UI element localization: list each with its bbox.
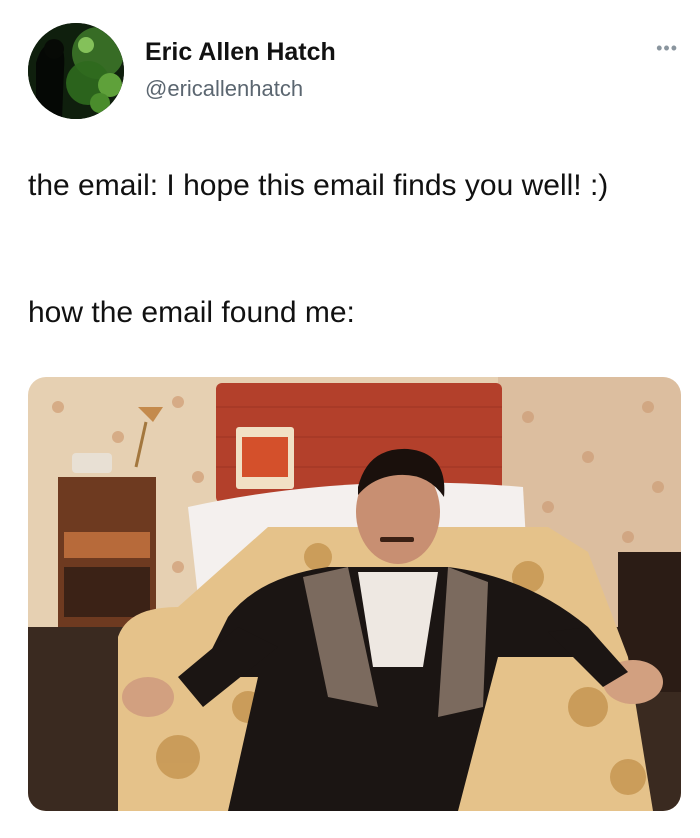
photo-image-icon <box>28 377 681 811</box>
more-icon[interactable]: ••• <box>656 38 678 59</box>
author-handle[interactable]: @ericallenhatch <box>145 76 303 102</box>
tweet-photo[interactable] <box>28 377 681 811</box>
avatar[interactable] <box>28 23 124 119</box>
avatar-image-icon <box>28 23 124 119</box>
tweet-text-line1: the email: I hope this email finds you w… <box>28 169 609 202</box>
tweet-text-line2: how the email found me: <box>28 296 355 329</box>
author-name[interactable]: Eric Allen Hatch <box>145 38 336 67</box>
